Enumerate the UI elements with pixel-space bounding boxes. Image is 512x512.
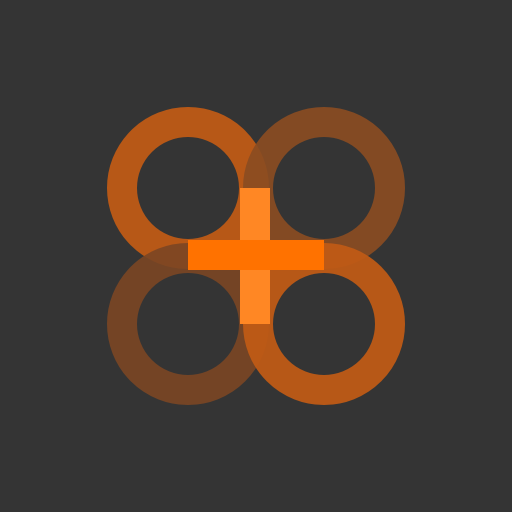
top-left-overlap-highlight [240,188,270,240]
bottom-right-overlap-highlight [240,270,270,324]
app-icon-canvas [0,0,512,512]
bottom-left-loop [107,243,269,405]
bottom-right-loop [243,243,405,405]
top-right-loop [243,107,405,269]
top-left-loop [107,107,269,269]
four-loop-cross-logo-icon [107,107,405,405]
